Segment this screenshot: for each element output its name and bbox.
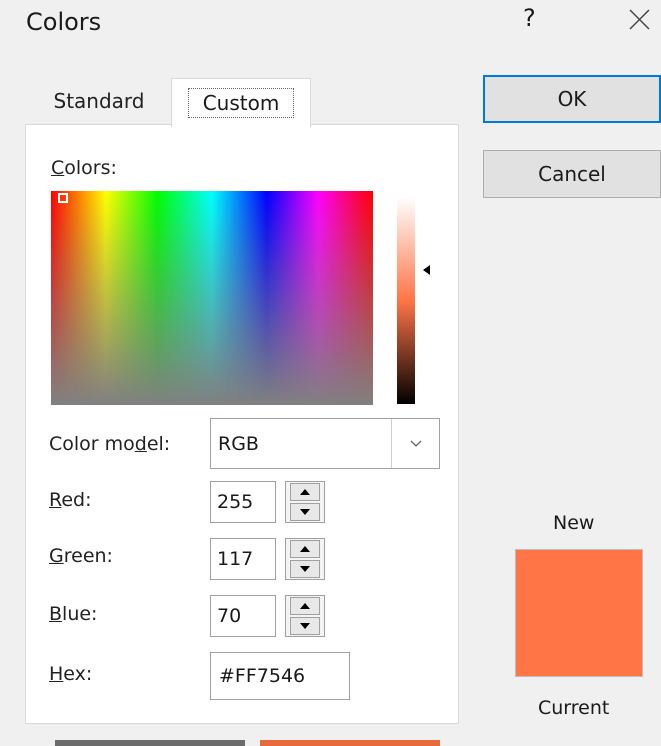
blue-input[interactable]: 70 bbox=[210, 595, 276, 637]
ok-button[interactable]: OK bbox=[483, 75, 661, 123]
color-model-value: RGB bbox=[218, 433, 259, 455]
green-decrement-button[interactable] bbox=[290, 560, 320, 578]
tab-custom[interactable]: Custom bbox=[171, 78, 311, 127]
color-preview-swatch bbox=[515, 549, 643, 677]
green-input[interactable]: 117 bbox=[210, 538, 276, 580]
hex-label: Hex: bbox=[49, 663, 93, 685]
tab-custom-label: Custom bbox=[187, 88, 295, 118]
current-color-label: Current bbox=[538, 697, 610, 719]
background-window-edge bbox=[55, 740, 245, 746]
blue-decrement-button[interactable] bbox=[290, 617, 320, 635]
green-increment-button[interactable] bbox=[290, 540, 320, 558]
red-decrement-button[interactable] bbox=[290, 503, 320, 521]
hex-input[interactable]: #FF7546 bbox=[210, 652, 350, 700]
tab-standard[interactable]: Standard bbox=[27, 78, 171, 124]
blue-label: Blue: bbox=[49, 603, 98, 625]
green-spinner[interactable] bbox=[285, 538, 325, 580]
dialog-title: Colors bbox=[26, 8, 102, 36]
colors-label: Colors: bbox=[51, 157, 117, 179]
luminance-pointer-icon[interactable] bbox=[423, 265, 430, 275]
red-spinner[interactable] bbox=[285, 481, 325, 523]
close-button[interactable] bbox=[622, 2, 656, 36]
arrow-up-icon bbox=[300, 603, 310, 609]
red-increment-button[interactable] bbox=[290, 483, 320, 501]
luminance-slider[interactable] bbox=[397, 197, 415, 404]
arrow-down-icon bbox=[300, 509, 310, 515]
red-label: Red: bbox=[49, 489, 92, 511]
arrow-up-icon bbox=[300, 546, 310, 552]
cancel-button[interactable]: Cancel bbox=[483, 150, 661, 198]
arrow-down-icon bbox=[300, 566, 310, 572]
spectrum-crosshair[interactable] bbox=[58, 193, 68, 203]
close-icon bbox=[629, 9, 650, 30]
color-model-dropdown-button[interactable] bbox=[391, 419, 440, 468]
color-model-label: Color model: bbox=[49, 433, 171, 455]
green-label: Green: bbox=[49, 545, 113, 567]
background-window-accent bbox=[260, 740, 440, 746]
help-button[interactable]: ? bbox=[523, 4, 536, 32]
arrow-up-icon bbox=[300, 489, 310, 495]
blue-increment-button[interactable] bbox=[290, 597, 320, 615]
arrow-down-icon bbox=[300, 623, 310, 629]
color-spectrum[interactable] bbox=[51, 191, 373, 405]
chevron-down-icon bbox=[410, 440, 422, 447]
new-color-label: New bbox=[553, 512, 595, 534]
red-input[interactable]: 255 bbox=[210, 481, 276, 523]
blue-spinner[interactable] bbox=[285, 595, 325, 637]
